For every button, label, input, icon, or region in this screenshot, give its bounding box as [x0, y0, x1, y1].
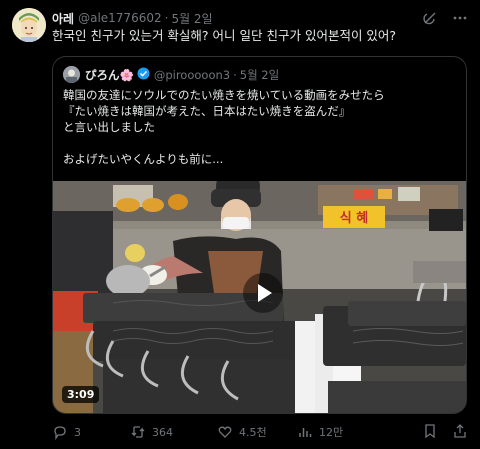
views-count: 12만: [319, 426, 344, 439]
author-handle[interactable]: @ale1776602: [78, 11, 162, 25]
views-button[interactable]: 12만: [297, 424, 372, 440]
quote-date[interactable]: 5월 2일: [240, 67, 279, 83]
like-button[interactable]: 4.5천: [217, 424, 297, 440]
more-icon[interactable]: [452, 10, 468, 26]
retweet-button[interactable]: 364: [130, 424, 217, 440]
separator: ·: [164, 11, 169, 25]
quote-separator: ·: [233, 67, 237, 82]
action-bar: 3 364 4.5천 12만: [52, 422, 468, 442]
verified-icon: [137, 67, 150, 83]
reply-count: 3: [74, 425, 81, 439]
quote-text: 韓国の友達にソウルでのたい焼きを焼いている動画をみせたら 『たい焼きは韓国が考え…: [63, 88, 385, 166]
grok-icon[interactable]: [422, 10, 438, 26]
tweet-date[interactable]: 5월 2일: [171, 10, 212, 27]
share-icon: [454, 423, 466, 438]
quote-header: ぴろん🌸 @pirooooon3 · 5월 2일: [63, 66, 279, 83]
views-icon: [299, 428, 312, 437]
play-icon: [258, 284, 272, 302]
like-icon: [218, 426, 232, 438]
tweet-text: 한국인 친구가 있는거 확실해? 어니 일단 친구가 있어본적이 있어?: [52, 28, 397, 43]
play-button[interactable]: [243, 273, 283, 313]
video-duration: 3:09: [62, 386, 100, 403]
video-player[interactable]: 식 혜 3:09: [53, 181, 466, 413]
reply-icon: [54, 426, 66, 440]
sign-text: 식 혜: [340, 210, 368, 226]
quote-author-handle[interactable]: @pirooooon3: [154, 68, 230, 82]
author-name[interactable]: 아레: [52, 10, 74, 27]
bookmark-button[interactable]: [422, 423, 438, 442]
retweet-count: 364: [152, 425, 173, 439]
author-avatar[interactable]: [12, 8, 46, 42]
quote-author-name[interactable]: ぴろん🌸: [85, 67, 134, 83]
tweet-header: 아레 @ale1776602 · 5월 2일: [52, 9, 468, 27]
bookmark-icon: [425, 423, 435, 438]
share-button[interactable]: [452, 423, 468, 442]
quote-author-avatar[interactable]: [63, 66, 80, 83]
quoted-tweet[interactable]: ぴろん🌸 @pirooooon3 · 5월 2일 韓国の友達にソウルでのたい焼き…: [52, 56, 467, 414]
like-count: 4.5천: [239, 426, 267, 439]
reply-button[interactable]: 3: [52, 424, 130, 440]
retweet-icon: [131, 426, 145, 438]
